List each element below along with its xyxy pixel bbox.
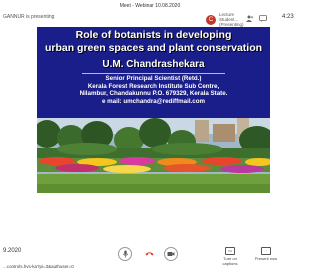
clock: 4:23 [282,14,294,20]
captions-button[interactable]: CC Turn on captions [216,247,244,266]
chat-icon[interactable] [259,15,267,24]
presenter-position: Senior Principal Scientist (Retd.) [105,75,202,82]
status-url: ...controls.hvs-ka?pi=3&authuser=0 [3,264,74,269]
microphone-button[interactable] [118,247,132,261]
end-call-button[interactable] [143,247,155,259]
captions-label: Turn on captions [222,256,238,266]
presenter-details: Senior Principal Scientist (Retd.) Keral… [37,75,270,105]
presenter-email: e mail: umchandra@rediffmail.com [102,97,205,105]
avatar: C [206,14,216,25]
video-camera-icon [167,252,175,256]
meeting-top-bar: GANNUR is presenting Meet - Webinar 10.0… [0,0,300,27]
presenter-address: Nilambur, Chandakunnu P.O. 679329, Keral… [79,90,228,98]
meeting-title: Meet - Webinar 10.08.2020 [119,3,181,9]
microphone-icon [122,250,128,258]
participant-tile[interactable]: C Lecture Student... (Presenting) [206,12,251,27]
present-now-button[interactable]: ↑ Present now [252,247,280,261]
presenting-status: GANNUR is presenting [3,14,55,20]
meeting-details[interactable]: 9.2020 [3,248,21,254]
slide-title-line-1: Role of botanists in developing [75,29,232,41]
presenter-name: U.M. Chandrashekara [102,59,205,70]
presentation-slide: Role of botanists in developing urban gr… [37,27,270,193]
slide-title-line-2: urban green spaces and plant conservatio… [44,42,263,54]
presenter-institute: Kerala Forest Research Institute Sub Cen… [87,82,220,90]
camera-button[interactable] [164,247,178,261]
present-now-label: Present now [254,256,278,261]
slide-title: Role of botanists in developing urban gr… [37,29,270,55]
hang-up-icon [145,251,153,255]
meeting-controls-bar: 9.2020 ...controls.hvs-ka?pi=3&authuser=… [0,240,300,275]
slide-divider [82,73,225,74]
closed-captions-icon: CC [225,247,235,255]
people-icon[interactable] [246,15,254,24]
present-screen-icon: ↑ [261,247,271,255]
garden-photo [37,118,270,193]
